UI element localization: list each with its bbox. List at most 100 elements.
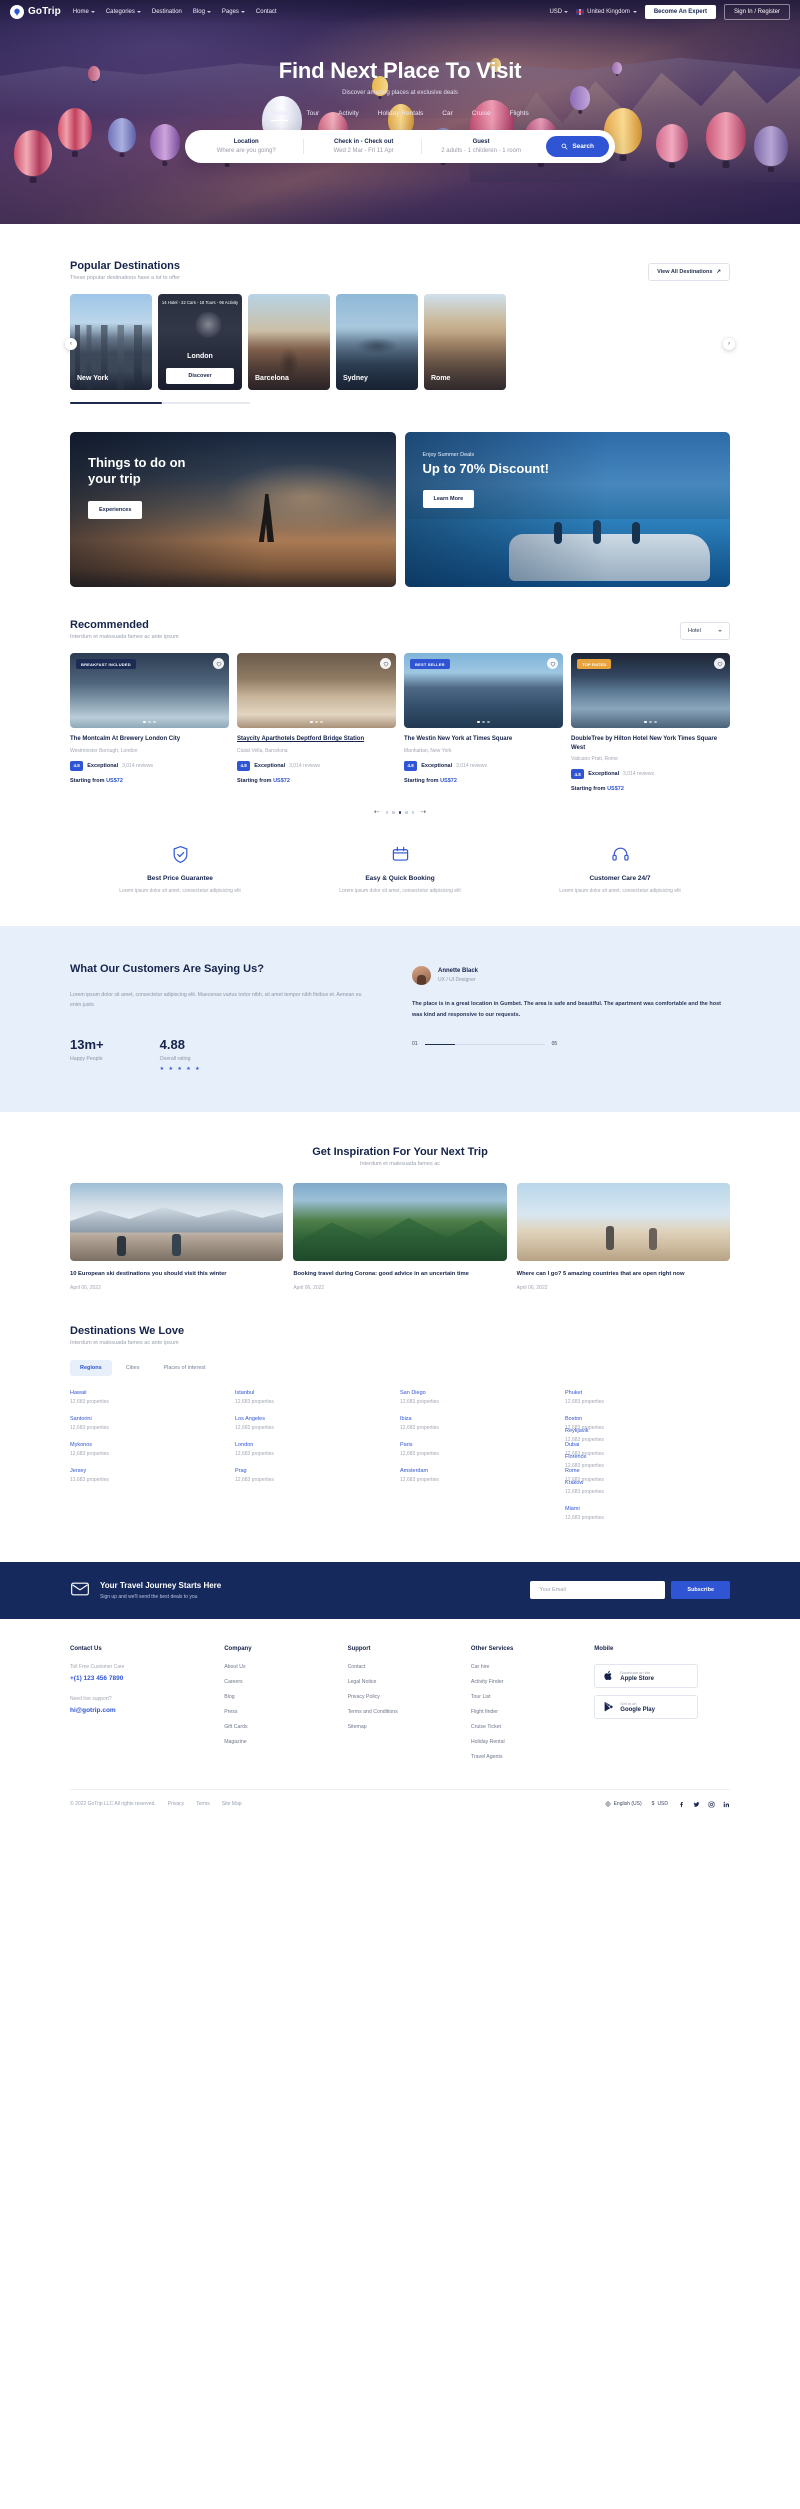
nav-item-pages[interactable]: Pages <box>222 9 245 15</box>
sign-in-register-button[interactable]: Sign In / Register <box>723 3 790 20</box>
footer-link[interactable]: Press <box>224 1709 347 1715</box>
footer-link[interactable]: Sitemap <box>348 1724 471 1730</box>
subscribe-button[interactable]: Subscribe <box>671 1581 730 1600</box>
love-item[interactable]: Paris 12,683 properties <box>400 1442 565 1457</box>
carousel-scroll-thumb[interactable] <box>70 402 162 404</box>
love-item[interactable]: Amsterdam 12,683 properties <box>400 1468 565 1483</box>
instagram-icon[interactable] <box>708 1801 715 1808</box>
nav-item-blog[interactable]: Blog <box>193 9 211 15</box>
carousel-prev-button[interactable]: ⇠ <box>374 808 380 816</box>
carousel-next-button[interactable]: › <box>723 338 735 350</box>
dot[interactable] <box>482 720 485 723</box>
love-item[interactable]: Reykjavik 12,683 properties <box>565 1428 730 1443</box>
love-item[interactable]: Los Angeles 12,683 properties <box>235 1416 400 1431</box>
footer-link[interactable]: Terms and Conditions <box>348 1709 471 1715</box>
promo-card-experiences[interactable]: Things to do on your trip Experiences <box>70 432 396 587</box>
blog-title[interactable]: Where can I go? 5 amazing countries that… <box>517 1270 730 1279</box>
twitter-icon[interactable] <box>693 1801 700 1808</box>
dot[interactable] <box>487 720 490 723</box>
destination-card-new-york[interactable]: New York <box>70 294 152 390</box>
love-city[interactable]: Amsterdam <box>400 1468 565 1474</box>
apple-store-button[interactable]: Download on the Apple Store <box>594 1663 699 1688</box>
love-item[interactable]: London 12,683 properties <box>235 1442 400 1457</box>
footer-link[interactable]: Flight finder <box>471 1709 594 1715</box>
dot[interactable] <box>392 811 395 814</box>
love-city[interactable]: London <box>235 1442 400 1448</box>
footer-link[interactable]: Careers <box>224 1679 347 1685</box>
love-city[interactable]: Jersey <box>70 1468 235 1474</box>
tab-hotel[interactable]: Hotel <box>271 110 288 121</box>
recommended-filter-select[interactable]: Hotel <box>680 622 730 640</box>
love-item[interactable]: Jersey 12,683 properties <box>70 1468 235 1483</box>
brand-logo-group[interactable]: GoTrip <box>10 4 61 19</box>
dot[interactable] <box>153 720 156 723</box>
love-city[interactable]: Paris <box>400 1442 565 1448</box>
guest-field[interactable]: Guest 2 adults - 1 childeren - 1 room <box>422 139 538 154</box>
hotel-name[interactable]: Staycity Aparthotels Deptford Bridge Sta… <box>237 735 396 744</box>
linkedin-icon[interactable] <box>723 1801 730 1808</box>
love-item[interactable]: Phuket 12,683 properties <box>565 1390 730 1405</box>
tab-cruise[interactable]: Cruise <box>472 110 491 121</box>
footer-bottom-link-privacy[interactable]: Privacy <box>168 1801 184 1807</box>
hotel-card[interactable]: Staycity Aparthotels Deptford Bridge Sta… <box>237 653 396 792</box>
dot[interactable] <box>405 811 408 814</box>
love-city[interactable]: Hawaii <box>70 1390 235 1396</box>
love-item[interactable]: Krakow 12,683 properties <box>565 1480 730 1495</box>
dot[interactable] <box>385 811 389 814</box>
hotel-card[interactable]: BEST SELLER The Westin New York at Times… <box>404 653 563 792</box>
love-tab-places[interactable]: Places of interest <box>153 1360 215 1376</box>
love-city[interactable]: Florence <box>565 1454 730 1460</box>
hotel-name[interactable]: The Westin New York at Times Square <box>404 735 563 744</box>
love-item[interactable]: San Diego 12,683 properties <box>400 1390 565 1405</box>
currency-selector[interactable]: $ USD <box>652 1801 668 1807</box>
love-item[interactable]: Hawaii 12,683 properties <box>70 1390 235 1405</box>
destination-card-london[interactable]: 14 Hotel - 22 Cars - 18 Tours - 96 Activ… <box>158 294 242 390</box>
tab-holiday-rentals[interactable]: Holiday Rentals <box>378 110 424 121</box>
love-tab-cities[interactable]: Cities <box>116 1360 150 1376</box>
carousel-next-button[interactable]: ⇢ <box>420 808 426 816</box>
become-expert-button[interactable]: Become An Expert <box>644 4 716 19</box>
dot[interactable] <box>411 811 415 814</box>
carousel-scroll-track[interactable] <box>70 402 250 404</box>
tab-tour[interactable]: Tour <box>307 110 320 121</box>
blog-card[interactable]: Where can I go? 5 amazing countries that… <box>516 1182 730 1291</box>
footer-link[interactable]: Holiday Rental <box>471 1739 594 1745</box>
love-item[interactable]: Prag 12,683 properties <box>235 1468 400 1483</box>
dot[interactable] <box>649 720 652 723</box>
footer-link[interactable]: Travel Agents <box>471 1754 594 1760</box>
footer-link[interactable]: Cruise Ticket <box>471 1724 594 1730</box>
love-item[interactable]: Ibiza 12,683 properties <box>400 1416 565 1431</box>
language-selector[interactable]: English (US) <box>605 1801 642 1807</box>
nav-item-home[interactable]: Home <box>73 9 95 15</box>
love-city[interactable]: Krakow <box>565 1480 730 1486</box>
hotel-card[interactable]: BREAKFAST INCLUDED The Montcalm At Brewe… <box>70 653 229 792</box>
language-country-selector[interactable]: United Kingdom <box>576 8 637 15</box>
footer-bottom-link-sitemap[interactable]: Site Map <box>222 1801 242 1807</box>
facebook-icon[interactable] <box>678 1801 685 1808</box>
love-item[interactable]: Miami 12,683 properties <box>565 1506 730 1521</box>
love-tab-regions[interactable]: Regions <box>70 1359 112 1376</box>
tab-flights[interactable]: Flights <box>510 110 529 121</box>
favorite-button[interactable] <box>714 658 725 669</box>
dot[interactable] <box>315 720 318 723</box>
favorite-button[interactable] <box>213 658 224 669</box>
destination-card-sydney[interactable]: Sydney <box>336 294 418 390</box>
footer-phone[interactable]: +(1) 123 456 7890 <box>70 1675 224 1682</box>
search-button[interactable]: Search <box>546 136 609 157</box>
footer-link[interactable]: Blog <box>224 1694 347 1700</box>
promo-experiences-button[interactable]: Experiences <box>88 500 143 519</box>
footer-link[interactable]: About Us <box>224 1664 347 1670</box>
footer-email[interactable]: hi@gotrip.com <box>70 1707 224 1714</box>
location-field[interactable]: Location Where are you going? <box>199 139 305 154</box>
nav-item-categories[interactable]: Categories <box>106 9 141 15</box>
footer-link[interactable]: Tour List <box>471 1694 594 1700</box>
hotel-name[interactable]: The Montcalm At Brewery London City <box>70 735 229 744</box>
dates-input[interactable]: Wed 2 Mar - Fri 11 Apr <box>316 148 410 154</box>
nav-item-contact[interactable]: Contact <box>256 9 277 15</box>
footer-link[interactable]: Privacy Policy <box>348 1694 471 1700</box>
footer-link[interactable]: Gift Cards <box>224 1724 347 1730</box>
dot[interactable] <box>320 720 323 723</box>
love-city[interactable]: Ibiza <box>400 1416 565 1422</box>
footer-link[interactable]: Car hire <box>471 1664 594 1670</box>
love-city[interactable]: Reykjavik <box>565 1428 730 1434</box>
